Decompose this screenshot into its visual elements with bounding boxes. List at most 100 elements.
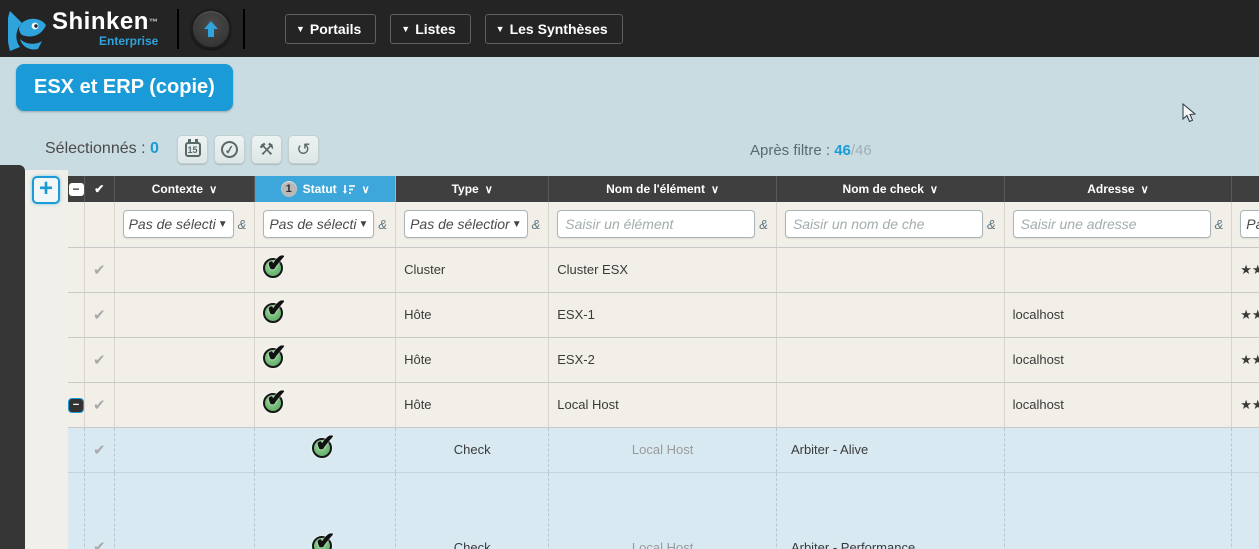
status-cell: ✔ (255, 382, 396, 427)
check-name-cell[interactable] (776, 382, 1004, 427)
check-name-cell[interactable]: Arbiter - Alive (776, 427, 1004, 472)
page-title[interactable]: ESX et ERP (copie) (16, 64, 233, 111)
tools-button[interactable]: ⚒ (251, 135, 282, 164)
table-row: ✔ ✔ Check Local Host Arbiter - Alive ★★★… (68, 427, 1259, 472)
filter-select-empty (85, 202, 115, 247)
collapse-row-toggle[interactable]: − (68, 398, 84, 413)
dropdown-arrow-icon: ▼ (512, 219, 522, 230)
column-header-element[interactable]: Nom de l'élément∨ (549, 176, 777, 202)
refresh-button[interactable]: ↺ (288, 135, 319, 164)
element-name-cell[interactable]: Local Host (549, 427, 777, 472)
row-select-cell[interactable]: ✔ (85, 472, 115, 549)
column-header-type[interactable]: Type∨ (396, 176, 549, 202)
check-name-cell[interactable] (776, 337, 1004, 382)
expand-cell (68, 472, 85, 549)
brand-name: Shinken™ (52, 9, 158, 35)
expand-cell (68, 292, 85, 337)
table-row: ✔ ✔ Hôte ESX-1 localhost ★★★ All OK - I (68, 292, 1259, 337)
element-name-cell[interactable]: ESX-2 (549, 337, 777, 382)
check-name-cell[interactable] (776, 247, 1004, 292)
acknowledge-button[interactable]: ✓ (214, 135, 245, 164)
column-header-adresse[interactable]: Adresse∨ (1004, 176, 1232, 202)
column-header-expand-all[interactable]: − (68, 176, 85, 202)
shinken-logo[interactable]: Shinken™ Enterprise (0, 5, 165, 53)
navbar-divider (243, 9, 245, 49)
check-icon: ✔ (94, 182, 104, 196)
check-name-cell[interactable] (776, 292, 1004, 337)
status-ok-icon: ✔ (312, 435, 338, 461)
filter-adresse-input[interactable] (1013, 210, 1211, 238)
caret-down-icon: ▼ (401, 24, 410, 34)
expand-cell (68, 337, 85, 382)
priority-cell: ★★★ (1232, 292, 1259, 337)
header-row: − ✔ Contexte∨ 1Statut∨ Type∨ Nom de l'él… (68, 176, 1259, 202)
sort-order-badge: 1 (281, 181, 297, 197)
status-cell: ✔ (255, 247, 396, 292)
table-row: ✔ ✔ Cluster Cluster ESX ★★★ All OK, w (68, 247, 1259, 292)
and-separator: & (238, 217, 247, 232)
filter-row: Pas de sélecti▼& Pas de sélecti▼& Pas de… (68, 202, 1259, 247)
calendar-button[interactable]: 15 (177, 135, 208, 164)
top-navbar: Shinken™ Enterprise ▼Portails ▼Listes ▼L… (0, 0, 1259, 57)
chevron-down-icon: ∨ (711, 183, 719, 196)
element-name-cell[interactable]: ESX-1 (549, 292, 777, 337)
expand-cell (68, 247, 85, 292)
up-arrow-icon (201, 19, 221, 39)
element-name-cell[interactable]: Local Host (549, 472, 777, 549)
column-header-contexte[interactable]: Contexte∨ (114, 176, 255, 202)
filter-priorite-select[interactable]: Pas de sélection▼ (1240, 210, 1259, 238)
contexte-cell (114, 337, 255, 382)
menu-les-syntheses[interactable]: ▼Les Synthèses (485, 14, 623, 44)
main-menu: ▼Portails ▼Listes ▼Les Synthèses (285, 14, 623, 44)
check-circle-icon: ✓ (220, 140, 239, 159)
scroll-top-button[interactable] (191, 9, 231, 49)
filter-check-input[interactable] (785, 210, 983, 238)
row-check-icon: ✔ (93, 539, 106, 549)
menu-portails[interactable]: ▼Portails (285, 14, 376, 44)
filter-element-input[interactable] (557, 210, 755, 238)
chevron-down-icon: ∨ (362, 183, 370, 196)
after-filter-total: /46 (851, 142, 872, 159)
contexte-cell (114, 292, 255, 337)
column-header-statut[interactable]: 1Statut∨ (255, 176, 396, 202)
add-column-button[interactable]: + (32, 176, 60, 204)
contexte-cell (114, 382, 255, 427)
column-header-check[interactable]: Nom de check∨ (776, 176, 1004, 202)
status-cell: ✔ (255, 292, 396, 337)
column-header-select-all[interactable]: ✔ (85, 176, 115, 202)
priority-cell: ★★★ (1232, 247, 1259, 292)
address-cell: localhost (1004, 292, 1232, 337)
row-check-icon: ✔ (93, 307, 106, 324)
and-separator: & (532, 217, 541, 232)
status-cell: ✔ (255, 472, 396, 549)
filter-type-select[interactable]: Pas de sélectior▼ (404, 210, 528, 238)
column-header-priorite[interactable]: Priorité∨ (1232, 176, 1259, 202)
filter-statut-select[interactable]: Pas de sélecti▼ (263, 210, 374, 238)
row-select-cell[interactable]: ✔ (85, 427, 115, 472)
filter-contexte-select[interactable]: Pas de sélecti▼ (123, 210, 234, 238)
mouse-cursor (1182, 103, 1196, 124)
contexte-cell (114, 472, 255, 549)
check-name-cell[interactable]: Arbiter - Performance (776, 472, 1004, 549)
element-name-cell[interactable]: Cluster ESX (549, 247, 777, 292)
row-select-cell[interactable]: ✔ (85, 337, 115, 382)
action-toolbar: 15 ✓ ⚒ ↺ (177, 135, 319, 164)
chevron-down-icon: ∨ (485, 183, 493, 196)
row-select-cell[interactable]: ✔ (85, 292, 115, 337)
address-cell (1004, 472, 1232, 549)
row-check-icon: ✔ (93, 442, 106, 459)
contexte-cell (114, 427, 255, 472)
table-row: ✔ ✔ Check Local Host Arbiter - Performan… (68, 472, 1259, 549)
menu-listes[interactable]: ▼Listes (390, 14, 470, 44)
shinken-fish-icon (8, 9, 50, 53)
status-cell: ✔ (255, 427, 396, 472)
row-select-cell[interactable]: ✔ (85, 247, 115, 292)
element-name-cell[interactable]: Local Host (549, 382, 777, 427)
tools-icon: ⚒ (259, 140, 274, 160)
table-row: ✔ ✔ Hôte ESX-2 localhost ★★★ All OK - I (68, 337, 1259, 382)
row-select-cell[interactable]: ✔ (85, 382, 115, 427)
left-dark-rail (0, 165, 25, 549)
after-filter-count: 46 (834, 142, 851, 159)
table-gutter (25, 170, 68, 549)
after-filter-label: Après filtre : 46/46 (750, 142, 872, 159)
